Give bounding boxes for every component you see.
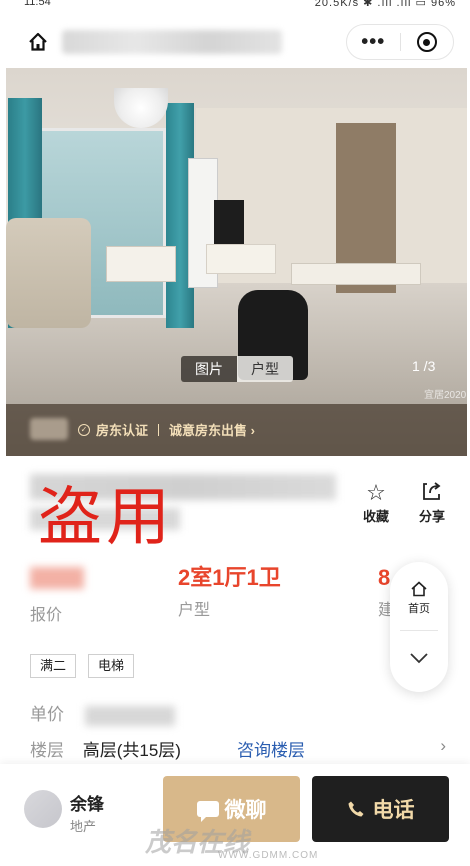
house-photo-carousel[interactable]: 图片 户型 1 /3 宜居2020 ✓ 房东认证 诚意房东出售 › (6, 68, 467, 456)
phone-icon (348, 801, 363, 817)
cert-label: 房东认证 (96, 423, 149, 438)
chevron-right-icon: › (440, 736, 446, 755)
layout-label: 户型 (178, 602, 211, 619)
tag-item: 电梯 (88, 654, 135, 678)
photo-watermark: 宜居2020 (424, 390, 467, 401)
price-label: 报价 (30, 607, 63, 624)
chat-icon (196, 801, 219, 822)
status-bar: 11:54 20.5K/s ✱ ⁠.ıll ⁠.ıll ▭ 96% (0, 0, 470, 12)
agent-company: 地产 (70, 819, 97, 834)
cert-divider (158, 423, 160, 436)
stat-price: 报价 (30, 562, 84, 625)
float-divider (400, 630, 438, 631)
check-circle-icon: ✓ (78, 423, 90, 436)
unit-price-row: 单价 (30, 700, 450, 726)
unit-price-label: 单价 (30, 705, 64, 724)
collapse-button[interactable] (390, 648, 448, 669)
favorite-button[interactable]: ☆ 收藏 (360, 480, 392, 525)
owner-avatar (30, 418, 68, 440)
home-icon (29, 32, 47, 51)
floor-row[interactable]: 楼层 高层(共15层) 咨询楼层 › (30, 736, 450, 761)
close-miniprogram-button[interactable] (400, 32, 453, 52)
more-button[interactable]: ••• (347, 24, 400, 60)
chat-label: 微聊 (224, 799, 267, 822)
floating-panel: 首页 (390, 562, 448, 692)
top-nav: ••• (0, 14, 470, 68)
agent-name: 余锋 (70, 795, 104, 814)
floor-value: 高层(共15层) (82, 741, 181, 760)
listing-actions: ☆ 收藏 分享 (360, 480, 448, 525)
chevron-down-icon (410, 653, 428, 664)
site-watermark-url: WWW.GDMM.COM (218, 850, 319, 861)
floor-label: 楼层 (30, 741, 64, 760)
call-button[interactable]: 电话 (312, 776, 449, 842)
tab-photos[interactable]: 图片 (181, 356, 237, 382)
photo-counter: 1 /3 (412, 358, 436, 374)
star-icon: ☆ (366, 480, 386, 505)
share-button[interactable]: 分享 (416, 480, 448, 525)
photo-tabs: 图片 户型 (181, 356, 293, 382)
key-stats: 报价 2室1厅1卫 户型 8 建 (30, 562, 450, 625)
stat-layout: 2室1厅1卫 户型 (178, 562, 281, 620)
unit-price-blurred (84, 705, 175, 726)
tab-floorplan[interactable]: 户型 (237, 356, 293, 382)
owner-cert-bar[interactable]: ✓ 房东认证 诚意房东出售 › (6, 404, 467, 456)
home-button[interactable] (20, 26, 56, 58)
cert-sale-link[interactable]: 诚意房东出售 › (169, 420, 255, 439)
target-icon (416, 32, 437, 52)
ask-floor-link[interactable]: 咨询楼层 (237, 736, 305, 761)
home-icon (390, 580, 448, 600)
miniprogram-capsule: ••• (346, 24, 454, 60)
bottom-contact-bar: 余锋 地产 微聊 电话 茂名在线 WWW.GDMM.COM (0, 764, 470, 866)
share-label: 分享 (418, 509, 445, 524)
float-home-button[interactable]: 首页 (390, 580, 448, 616)
status-time: 11:54 (24, 0, 51, 8)
avatar[interactable] (24, 790, 62, 828)
page-title-blurred (62, 30, 282, 54)
stolen-stamp: 盗用 (38, 481, 174, 555)
favorite-label: 收藏 (362, 509, 389, 524)
layout-value: 2室1厅1卫 (178, 565, 281, 590)
tag-item: 满二 (30, 654, 77, 678)
listing-title: 盗用 (0, 462, 360, 555)
float-home-label: 首页 (408, 603, 430, 615)
call-label: 电话 (372, 799, 415, 822)
status-indicators: 20.5K/s ✱ ⁠.ıll ⁠.ıll ▭ 96% (314, 0, 456, 9)
price-value-blurred (30, 567, 84, 589)
feature-tags: 满二 电梯 (30, 654, 135, 678)
share-icon (416, 480, 448, 506)
